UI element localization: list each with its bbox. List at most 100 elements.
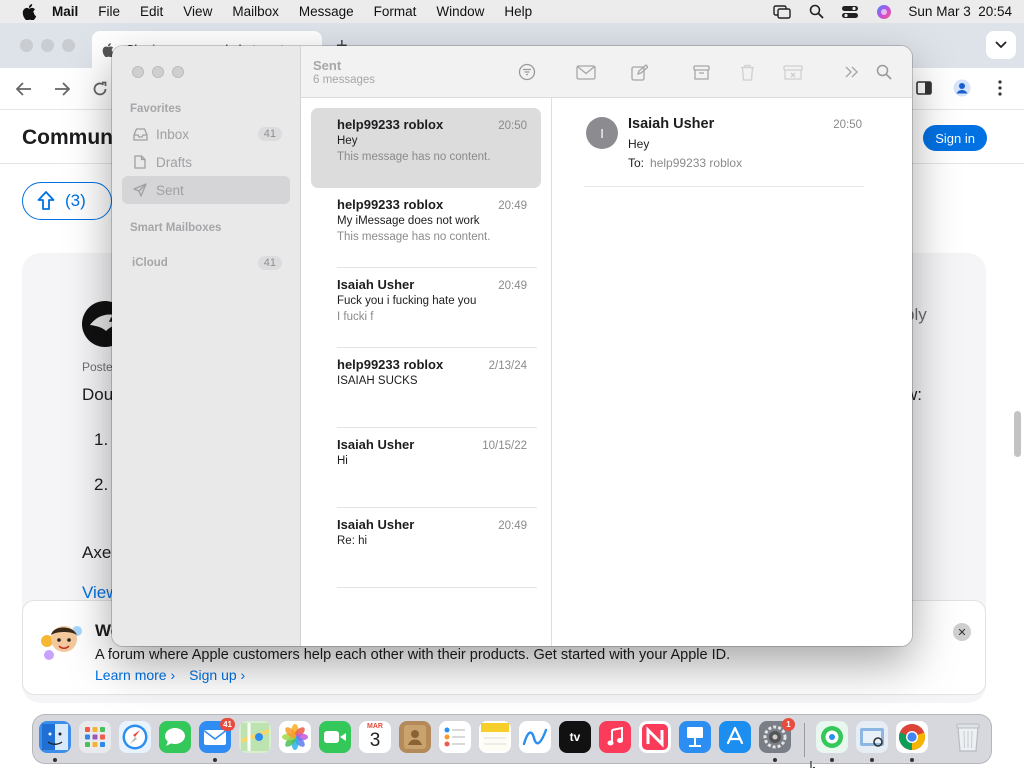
message-row[interactable]: Isaiah Usher 20:49 Fuck you i fucking hat… xyxy=(311,268,541,348)
tab-search-button[interactable] xyxy=(986,31,1016,59)
archive-icon[interactable] xyxy=(691,62,711,82)
posted-by-label: Poste xyxy=(82,360,113,374)
favorites-header[interactable]: Favorites xyxy=(130,103,181,115)
learn-more-link[interactable]: Learn more › xyxy=(95,667,175,683)
recipient-address[interactable]: help99233 roblox xyxy=(650,156,742,170)
message-time: 10/15/22 xyxy=(482,440,527,452)
message-row[interactable]: Isaiah Usher 10/15/22 Hi xyxy=(311,428,541,508)
menu-format[interactable]: Format xyxy=(374,4,417,19)
profile-icon[interactable] xyxy=(952,78,972,98)
dock: 41 MAR 3 tv 1 xyxy=(32,714,992,764)
dock-chrome-icon[interactable] xyxy=(896,721,928,753)
close-window-button[interactable] xyxy=(132,66,144,78)
dock-find-my-icon[interactable] xyxy=(816,721,848,753)
apple-menu-icon[interactable] xyxy=(20,3,38,21)
dock-app-store-icon[interactable] xyxy=(719,721,751,753)
dock-news-icon[interactable] xyxy=(639,721,671,753)
message-row[interactable]: help99233 roblox 20:50 Hey This message h… xyxy=(311,108,541,188)
message-subject: Re: hi xyxy=(337,535,368,547)
message-time: 20:50 xyxy=(498,120,527,132)
message-time: 20:49 xyxy=(498,520,527,532)
get-mail-envelope-icon[interactable] xyxy=(576,62,596,82)
sender-avatar: I xyxy=(586,117,618,149)
siri-icon[interactable] xyxy=(874,4,894,20)
running-indicator xyxy=(53,758,57,762)
dock-mail-icon[interactable]: 41 xyxy=(199,718,235,753)
sidebar-item-label: Inbox xyxy=(156,126,190,142)
dock-tv-icon[interactable]: tv xyxy=(559,721,591,753)
smart-mailboxes-header[interactable]: Smart Mailboxes xyxy=(130,222,221,234)
vote-button[interactable]: (3) xyxy=(22,182,112,220)
community-title[interactable]: Communi xyxy=(22,126,119,150)
menu-file[interactable]: File xyxy=(98,4,120,19)
dock-system-settings-icon[interactable]: 1 xyxy=(759,718,795,753)
back-arrow-icon[interactable] xyxy=(14,79,34,99)
compose-icon[interactable] xyxy=(629,62,649,82)
message-preview: I fucki f xyxy=(337,311,374,323)
dock-trash-icon[interactable] xyxy=(952,721,984,753)
message-row[interactable]: help99233 roblox 20:49 My iMessage does n… xyxy=(311,188,541,268)
sidebar-item-icloud[interactable]: iCloud 41 xyxy=(122,249,290,277)
dock-music-icon[interactable] xyxy=(599,721,631,753)
menu-message[interactable]: Message xyxy=(299,4,354,19)
forward-arrow-icon[interactable] xyxy=(52,79,72,99)
sign-in-button[interactable]: Sign in xyxy=(923,125,987,151)
screen-mirroring-icon[interactable] xyxy=(772,4,792,20)
side-panel-icon[interactable] xyxy=(914,78,934,98)
minimize-window-button[interactable] xyxy=(152,66,164,78)
junk-icon[interactable] xyxy=(783,62,803,82)
reader-sender[interactable]: Isaiah Usher xyxy=(628,116,714,132)
zoom-window-button[interactable] xyxy=(62,39,75,52)
calendar-day: 3 xyxy=(369,730,381,751)
menu-bar-clock[interactable]: Sun Mar 3 20:54 xyxy=(908,4,1012,19)
menu-view[interactable]: View xyxy=(183,4,212,19)
filter-icon[interactable] xyxy=(518,63,536,81)
dock-freeform-icon[interactable] xyxy=(519,721,551,753)
more-options-icon[interactable] xyxy=(990,78,1010,98)
menu-app-mail[interactable]: Mail xyxy=(52,4,78,19)
sidebar-item-sent[interactable]: Sent xyxy=(122,176,290,204)
dock-facetime-icon[interactable] xyxy=(319,721,351,753)
menu-mailbox[interactable]: Mailbox xyxy=(232,4,279,19)
dock-finder-icon[interactable] xyxy=(39,721,71,753)
message-separator xyxy=(337,587,537,588)
menu-edit[interactable]: Edit xyxy=(140,4,163,19)
menu-window[interactable]: Window xyxy=(436,4,484,19)
control-center-icon[interactable] xyxy=(840,4,860,20)
icloud-count-badge: 41 xyxy=(257,256,282,270)
dock-photos-icon[interactable] xyxy=(279,721,311,753)
spotlight-search-icon[interactable] xyxy=(806,4,826,20)
dock-contacts-icon[interactable] xyxy=(399,721,431,753)
dock-preview-icon[interactable] xyxy=(856,721,888,753)
message-sender: help99233 roblox xyxy=(337,357,444,372)
zoom-window-button[interactable] xyxy=(172,66,184,78)
reload-icon[interactable] xyxy=(90,79,110,99)
close-window-button[interactable] xyxy=(20,39,33,52)
message-sender: Isaiah Usher xyxy=(337,437,415,452)
dock-calendar-icon[interactable]: MAR 3 xyxy=(359,721,391,753)
message-sender: help99233 roblox xyxy=(337,117,444,132)
close-banner-icon[interactable]: ✕ xyxy=(953,623,971,641)
menu-help[interactable]: Help xyxy=(504,4,532,19)
sidebar-item-inbox[interactable]: Inbox 41 xyxy=(122,120,290,148)
more-toolbar-chevron-icon[interactable] xyxy=(842,62,862,82)
to-label: To: xyxy=(628,156,645,170)
dock-messages-icon[interactable] xyxy=(159,721,191,753)
message-sender: Isaiah Usher xyxy=(337,277,415,292)
sign-up-link[interactable]: Sign up › xyxy=(189,667,245,683)
page-scrollbar[interactable] xyxy=(1014,411,1021,457)
message-row[interactable]: Isaiah Usher 20:49 Re: hi xyxy=(311,508,541,588)
dock-maps-icon[interactable] xyxy=(239,721,271,753)
upvote-arrow-icon xyxy=(37,191,55,210)
trash-icon[interactable] xyxy=(737,62,757,82)
dock-safari-icon[interactable] xyxy=(119,721,151,753)
dock-reminders-icon[interactable] xyxy=(439,721,471,753)
search-icon[interactable] xyxy=(874,62,894,82)
dock-launchpad-icon[interactable] xyxy=(79,721,111,753)
dock-keynote-icon[interactable] xyxy=(679,721,711,753)
sent-paper-plane-icon xyxy=(132,182,148,198)
dock-notes-icon[interactable] xyxy=(479,721,511,753)
message-row[interactable]: help99233 roblox 2/13/24 ISAIAH SUCKS xyxy=(311,348,541,428)
sidebar-item-drafts[interactable]: Drafts xyxy=(122,148,290,176)
minimize-window-button[interactable] xyxy=(41,39,54,52)
